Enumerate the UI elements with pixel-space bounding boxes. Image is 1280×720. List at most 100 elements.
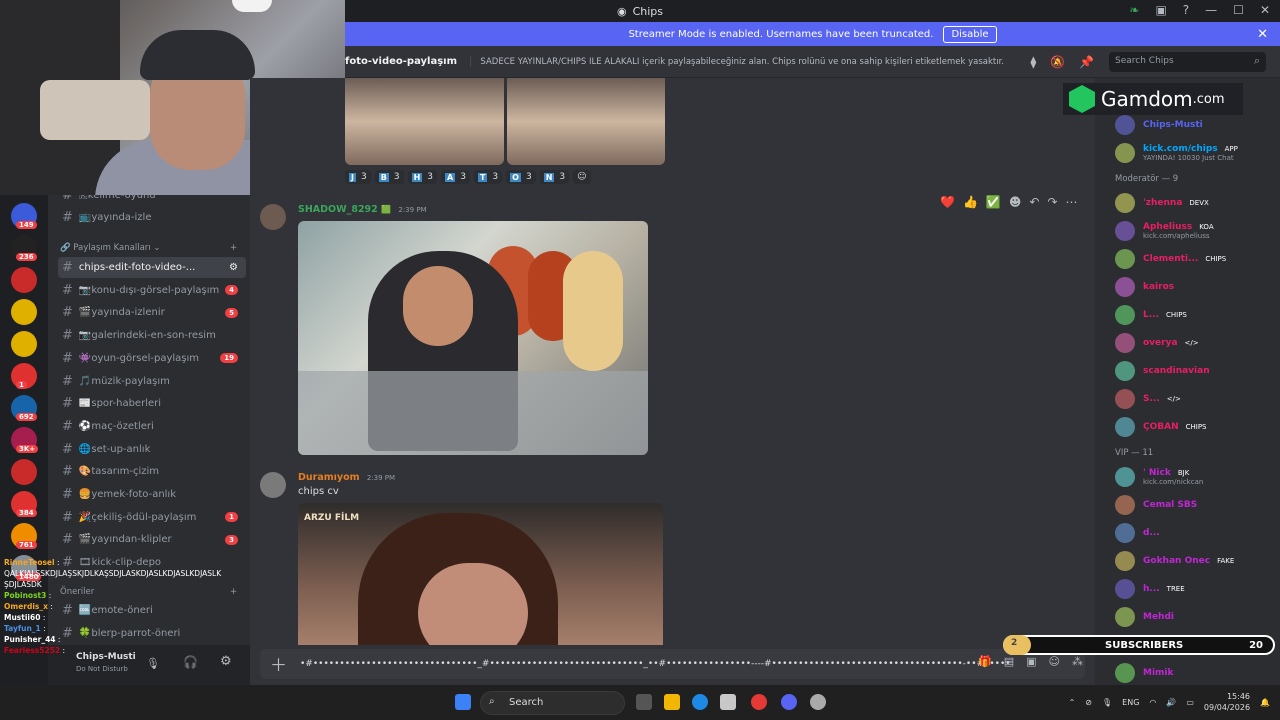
reaction-button[interactable]: N3 bbox=[539, 170, 570, 184]
member-item[interactable]: L... CHIPS bbox=[1115, 302, 1275, 328]
close-button[interactable]: ✕ bbox=[1260, 3, 1270, 17]
video-attachment[interactable]: ARZU FİLM bbox=[298, 503, 663, 645]
channel-item[interactable]: # 🍔yemek-foto-anlık bbox=[58, 484, 246, 505]
channel-item[interactable]: # 🎬yayından-klipler 3 bbox=[58, 529, 246, 550]
add-reaction-icon[interactable]: ☻ bbox=[1009, 195, 1022, 209]
network-off-icon[interactable]: ⊘ bbox=[1085, 698, 1092, 707]
channel-item[interactable]: # 📷konu-dışı-görsel-paylaşım 4 bbox=[58, 280, 246, 301]
member-item[interactable]: Gokhan Onec FAKE bbox=[1115, 548, 1275, 574]
apps-icon[interactable]: ⁂ bbox=[1072, 655, 1083, 668]
avatar[interactable] bbox=[260, 472, 286, 498]
author-name[interactable]: Duramıyom bbox=[298, 472, 360, 483]
server-icon[interactable] bbox=[11, 331, 37, 357]
language-indicator[interactable]: ENG bbox=[1122, 698, 1139, 707]
channel-item[interactable]: # chips-edit-foto-video-... ⚙ bbox=[58, 257, 246, 278]
chevron-up-icon[interactable]: ⌃ bbox=[1069, 698, 1076, 707]
channel-item[interactable]: # 📷galerindeki-en-son-resim bbox=[58, 325, 246, 346]
member-item[interactable]: d... bbox=[1115, 520, 1275, 546]
more-icon[interactable]: ⋯ bbox=[1066, 195, 1078, 209]
app-icon[interactable] bbox=[810, 694, 826, 710]
emoji-icon[interactable]: ☺ bbox=[1049, 655, 1060, 668]
channel-topic[interactable]: SADECE YAYINLAR/CHIPS İLE ALAKALI içerik… bbox=[480, 57, 1020, 67]
member-item[interactable]: Mehdi bbox=[1115, 604, 1275, 630]
avatar[interactable] bbox=[260, 204, 286, 230]
sticker-icon[interactable]: ▣ bbox=[1026, 655, 1036, 668]
minimize-button[interactable]: — bbox=[1205, 3, 1217, 17]
channel-item[interactable]: # 👾oyun-görsel-paylaşım 19 bbox=[58, 348, 246, 369]
channel-item[interactable]: # ⚽maç-özetleri bbox=[58, 416, 246, 437]
server-icon[interactable] bbox=[11, 459, 37, 485]
threads-icon[interactable]: ⧫ bbox=[1030, 55, 1036, 69]
battery-icon[interactable]: ▭ bbox=[1186, 698, 1194, 707]
add-attachment-icon[interactable]: ＋ bbox=[270, 651, 287, 676]
member-item[interactable]: Chips-Musti bbox=[1115, 112, 1275, 138]
help-icon[interactable]: ? bbox=[1183, 3, 1189, 17]
channel-item[interactable]: # 🎬yayında-izlenir 5 bbox=[58, 302, 246, 323]
member-item[interactable]: S... </> bbox=[1115, 386, 1275, 412]
author-name[interactable]: SHADOW_8292 bbox=[298, 204, 378, 215]
wifi-icon[interactable]: ◠ bbox=[1149, 698, 1156, 707]
volume-icon[interactable]: 🔊 bbox=[1166, 698, 1176, 707]
pin-icon[interactable]: 📌 bbox=[1079, 55, 1094, 69]
disable-streamer-mode-button[interactable]: Disable bbox=[943, 25, 997, 43]
clock[interactable]: 15:46 09/04/2026 bbox=[1204, 691, 1250, 713]
message-input[interactable]: •#•••••••••••••••••••••••••••••••_#•••••… bbox=[260, 649, 1085, 679]
reaction-button[interactable]: T3 bbox=[473, 170, 503, 184]
notification-icon[interactable]: 🔔 bbox=[1260, 698, 1270, 707]
reaction-button[interactable]: O3 bbox=[506, 170, 536, 184]
add-channel-icon[interactable]: + bbox=[230, 243, 237, 253]
image-attachment[interactable] bbox=[345, 78, 504, 165]
channel-item[interactable]: # 🎨tasarım-çizim bbox=[58, 461, 246, 482]
channel-item[interactable]: # 🎵müzik-paylaşım bbox=[58, 371, 246, 392]
discord-icon[interactable] bbox=[781, 694, 797, 710]
member-item[interactable]: Cemal SBS bbox=[1115, 492, 1275, 518]
server-icon[interactable] bbox=[11, 267, 37, 293]
server-icon[interactable] bbox=[11, 299, 37, 325]
message-author[interactable]: SHADOW_8292 🟩 2:39 PM bbox=[298, 204, 427, 215]
thumbs-up-reaction-icon[interactable]: 👍 bbox=[963, 195, 978, 209]
channel-settings-icon[interactable]: ⚙ bbox=[229, 262, 238, 273]
member-item[interactable]: ÇOBAN CHIPS bbox=[1115, 414, 1275, 440]
add-reaction-icon[interactable]: ☺ bbox=[573, 170, 591, 184]
car-photo-attachment[interactable] bbox=[298, 221, 648, 455]
category-header[interactable]: 🔗 Paylaşım Kanalları ⌄ + bbox=[60, 243, 237, 253]
channel-item[interactable]: # 🎉çekiliş-ödül-paylaşım 1 bbox=[58, 507, 246, 528]
member-item[interactable]: overya </> bbox=[1115, 330, 1275, 356]
member-item[interactable]: Clementi... CHIPS bbox=[1115, 246, 1275, 272]
member-item[interactable]: Apheliuss KOA kick.com/apheliuss bbox=[1115, 218, 1275, 244]
channel-item[interactable]: # 📺yayında-izle bbox=[58, 207, 246, 228]
gift-icon[interactable]: 🎁 bbox=[978, 655, 992, 668]
start-icon[interactable] bbox=[455, 694, 471, 710]
task-view-icon[interactable] bbox=[636, 694, 652, 710]
member-item[interactable]: Mimik bbox=[1115, 660, 1275, 685]
mic-icon[interactable]: 🎙 bbox=[1102, 698, 1112, 707]
add-channel-icon[interactable]: + bbox=[230, 587, 237, 597]
file-explorer-icon[interactable] bbox=[664, 694, 680, 710]
member-item[interactable]: kairos bbox=[1115, 274, 1275, 300]
channel-item[interactable]: # 🌐set-up-anlık bbox=[58, 439, 246, 460]
edge-icon[interactable] bbox=[692, 694, 708, 710]
reaction-button[interactable]: B3 bbox=[374, 170, 404, 184]
reply-icon[interactable]: ↶ bbox=[1029, 195, 1039, 209]
member-item[interactable]: 'zhenna DEVX bbox=[1115, 190, 1275, 216]
search-input[interactable]: Search Chips ⌕ bbox=[1109, 51, 1266, 72]
member-item[interactable]: scandinavian bbox=[1115, 358, 1275, 384]
chrome-icon[interactable] bbox=[751, 694, 767, 710]
heart-reaction-icon[interactable]: ❤️ bbox=[940, 195, 955, 209]
reaction-button[interactable]: H3 bbox=[407, 170, 437, 184]
reaction-button[interactable]: A3 bbox=[441, 170, 470, 184]
store-icon[interactable] bbox=[720, 694, 736, 710]
nitro-icon[interactable]: ❧ bbox=[1129, 3, 1139, 17]
member-item[interactable]: h... TREE bbox=[1115, 576, 1275, 602]
member-item[interactable]: kick.com/chips APP YAYINDA! 10030 Just Cha… bbox=[1115, 140, 1275, 166]
settings-gear-icon[interactable]: ⚙ bbox=[220, 654, 232, 669]
reaction-button[interactable]: J3 bbox=[345, 170, 371, 184]
channel-item[interactable]: # 📰spor-haberleri bbox=[58, 393, 246, 414]
inbox-icon[interactable]: ▣ bbox=[1155, 3, 1166, 17]
message-author[interactable]: Duramıyom 2:39 PM bbox=[298, 472, 395, 483]
gif-icon[interactable]: ▤ bbox=[1004, 655, 1014, 668]
taskbar-search[interactable]: ⌕ Search bbox=[480, 691, 625, 715]
check-reaction-icon[interactable]: ✅ bbox=[986, 195, 1001, 209]
maximize-button[interactable]: ☐ bbox=[1233, 3, 1244, 17]
mute-bell-icon[interactable]: 🔕 bbox=[1050, 55, 1065, 69]
